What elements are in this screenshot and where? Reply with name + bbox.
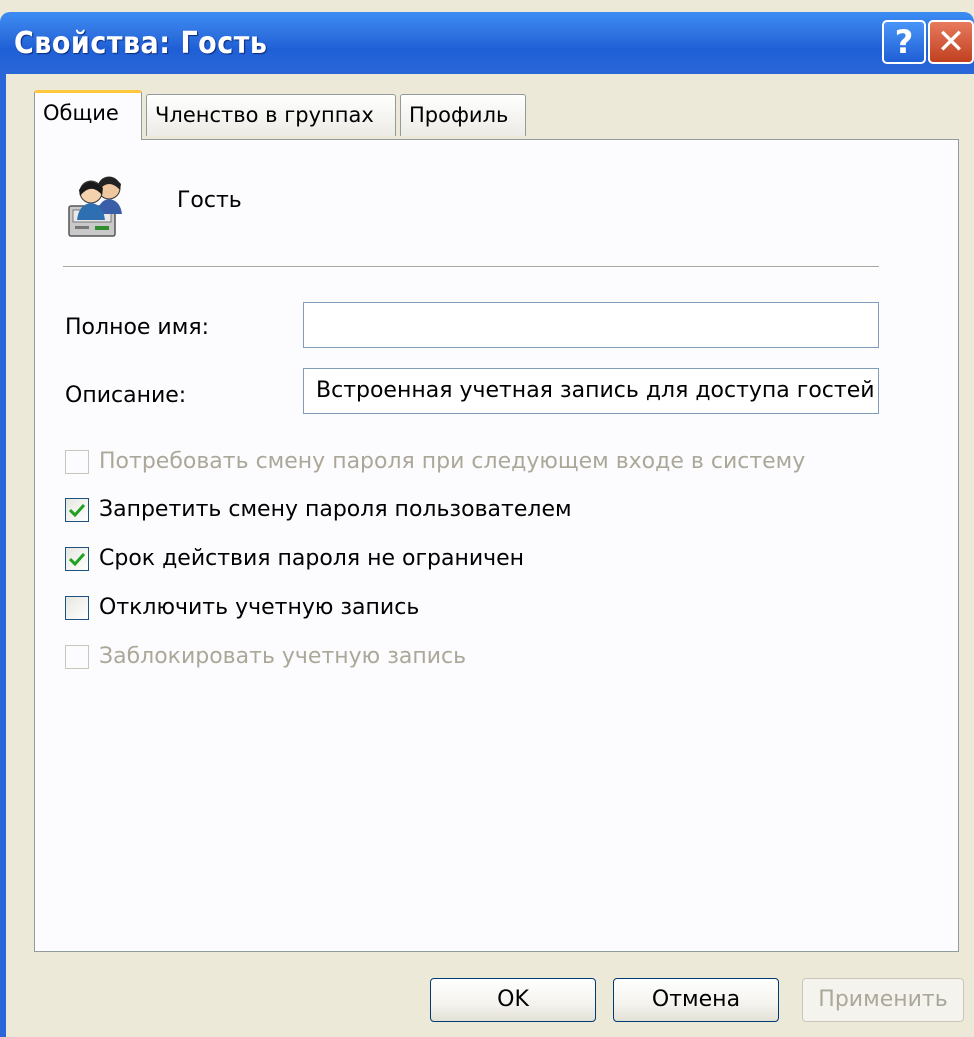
help-icon: ? (894, 23, 914, 61)
account-locked-checkbox[interactable] (65, 645, 89, 669)
tab-panel-general: Гость Полное имя: Описание: Встроенная у… (34, 139, 959, 952)
description-label: Описание: (65, 383, 187, 408)
help-button[interactable]: ? (882, 20, 926, 64)
password-never-expires-label: Срок действия пароля не ограничен (99, 546, 525, 571)
separator (63, 266, 879, 268)
tab-group-membership-label: Членство в группах (155, 103, 374, 127)
users-icon (68, 176, 122, 237)
cannot-change-password-label: Запретить смену пароля пользователем (99, 497, 572, 522)
password-never-expires-checkbox[interactable] (65, 547, 89, 571)
checkmark-icon (69, 552, 85, 566)
close-button[interactable]: ✕ (928, 20, 974, 64)
close-icon: ✕ (936, 22, 966, 62)
tab-group-membership[interactable]: Членство в группах (146, 94, 396, 136)
full-name-input[interactable] (303, 302, 879, 348)
tab-profile-label: Профиль (409, 103, 509, 127)
must-change-password-checkbox[interactable] (65, 450, 89, 474)
tab-general[interactable]: Общие (34, 90, 142, 140)
cannot-change-password-checkbox[interactable] (65, 498, 89, 522)
cancel-button[interactable]: Отмена (613, 978, 779, 1022)
description-input[interactable]: Встроенная учетная запись для доступа го… (303, 368, 879, 414)
tab-general-label: Общие (43, 101, 119, 125)
account-disabled-label: Отключить учетную запись (99, 595, 420, 620)
window-title: Свойства: Гость (14, 26, 268, 61)
user-name: Гость (177, 188, 242, 213)
ok-button[interactable]: OK (430, 978, 596, 1022)
checkmark-icon (69, 503, 85, 517)
must-change-password-label: Потребовать смену пароля при следующем в… (99, 449, 806, 474)
full-name-label: Полное имя: (65, 315, 209, 340)
window-left-border (0, 74, 6, 1037)
account-disabled-checkbox[interactable] (65, 596, 89, 620)
title-bar[interactable]: Свойства: Гость ? ✕ (0, 12, 974, 74)
tab-profile[interactable]: Профиль (400, 94, 526, 136)
properties-dialog: Свойства: Гость ? ✕ Общие Членство в гру… (0, 0, 974, 1037)
apply-button[interactable]: Применить (802, 978, 964, 1022)
account-locked-label: Заблокировать учетную запись (99, 644, 467, 669)
